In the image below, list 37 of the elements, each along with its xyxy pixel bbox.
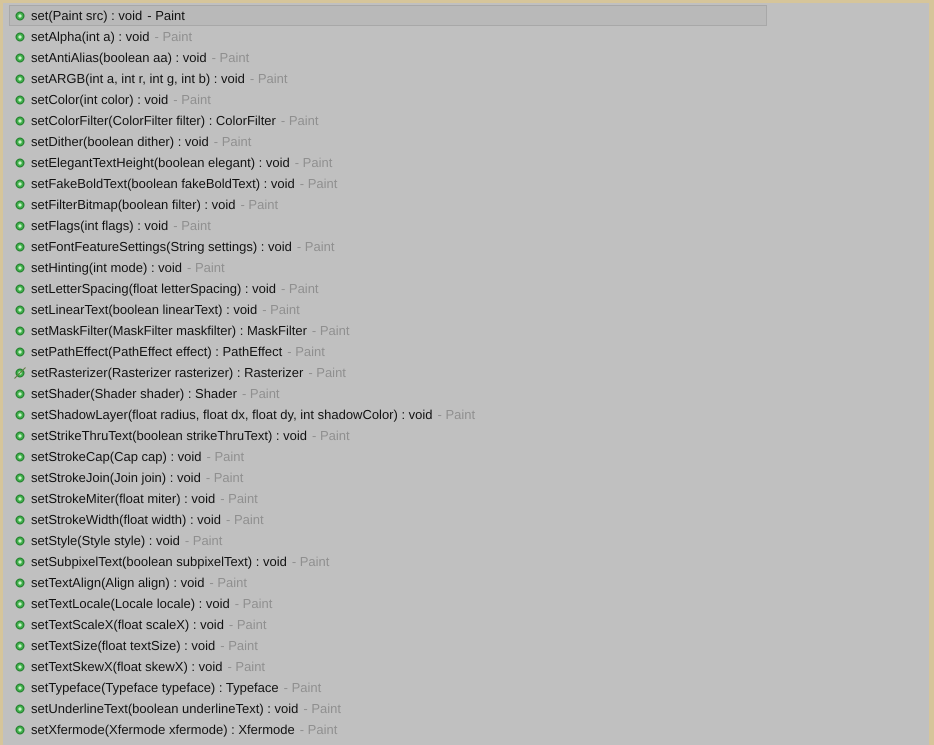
method-signature: setPathEffect(PathEffect effect) : PathEffect xyxy=(31,344,282,359)
method-signature: setTextAlign(Align align) : void xyxy=(31,575,204,590)
method-signature: setStrokeCap(Cap cap) : void xyxy=(31,449,202,464)
method-signature: setFontFeatureSettings(String settings) : void xyxy=(31,239,292,254)
method-signature: setMaskFilter(MaskFilter maskfilter) : MaskFilter xyxy=(31,323,307,338)
method-signature: setDither(boolean dither) : void xyxy=(31,134,209,149)
method-signature: setTextLocale(Locale locale) : void xyxy=(31,596,230,611)
method-signature: setTextSkewX(float skewX) : void xyxy=(31,659,222,674)
method-signature: setFilterBitmap(boolean filter) : void xyxy=(31,197,236,212)
method-signature: setStrokeWidth(float width) : void xyxy=(31,512,222,527)
method-signature: setTypeface(Typeface typeface) : Typeface xyxy=(31,680,279,695)
method-signature: setTextScaleX(float scaleX) : void xyxy=(31,617,224,632)
method-signature: setStyle(Style style) : void xyxy=(31,533,180,548)
method-signature: setRasterizer(Rasterizer rasterizer) : Rasterizer xyxy=(31,365,304,380)
method-signature: setLetterSpacing(float letterSpacing) : void xyxy=(31,281,276,296)
method-signature: setColorFilter(ColorFilter filter) : ColorFilter xyxy=(31,113,276,128)
method-signature: setUnderlineText(boolean underlineText) : void xyxy=(31,701,298,716)
method-signature: setColor(int color) : void xyxy=(31,92,168,107)
declaring-class: - Paint xyxy=(147,8,185,23)
method-signature: setElegantTextHeight(boolean elegant) : void xyxy=(31,155,290,170)
method-signature: setLinearText(boolean linearText) : void xyxy=(31,302,258,317)
method-signature: setFlags(int flags) : void xyxy=(31,218,168,233)
method-signature: setShader(Shader shader) : Shader xyxy=(31,386,237,401)
method-signature: setStrokeMiter(float miter) : void xyxy=(31,491,216,506)
method-signature: setXfermode(Xfermode xfermode) : Xfermode xyxy=(31,722,295,737)
method-signature: set(Paint src) : void xyxy=(31,8,142,23)
method-signature: setSubpixelText(boolean subpixelText) : void xyxy=(31,554,287,569)
method-signature: setHinting(int mode) : void xyxy=(31,260,182,275)
method-signature: setStrikeThruText(boolean strikeThruText) : void xyxy=(31,428,307,443)
method-signature: setAntiAlias(boolean aa) : void xyxy=(31,50,207,65)
method-signature: setShadowLayer(float radius, float dx, float dy, int shadowColor) : void xyxy=(31,407,433,422)
method-signature: setAlpha(int a) : void xyxy=(31,29,150,44)
completion-item[interactable]: set(Paint src) : void - Paint xyxy=(9,5,767,26)
method-signature: setARGB(int a, int r, int g, int b) : void xyxy=(31,71,245,86)
method-signature: setFakeBoldText(boolean fakeBoldText) : void xyxy=(31,176,295,191)
method-signature: setTextSize(float textSize) : void xyxy=(31,638,216,653)
method-signature: setStrokeJoin(Join join) : void xyxy=(31,470,201,485)
